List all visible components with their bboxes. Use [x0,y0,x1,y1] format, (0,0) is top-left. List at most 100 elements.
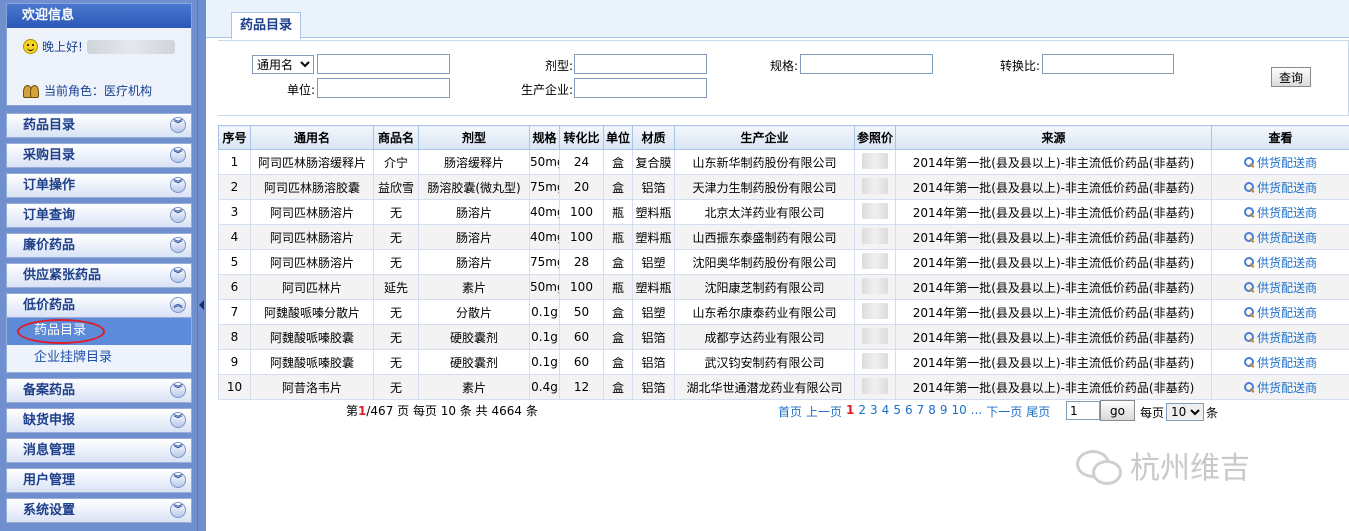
page-link[interactable]: 10 [952,403,967,420]
chevron-down-icon[interactable]: ︾ [170,267,186,283]
chevron-down-icon[interactable]: ︾ [170,472,186,488]
welcome-title: 欢迎信息 [7,4,191,28]
table-cell: 供货配送商 [1211,224,1349,250]
spec-input[interactable] [800,54,933,74]
last-page-link[interactable]: 尾页 [1026,403,1050,420]
menu-item[interactable]: 订单查询 ︾ [6,203,192,228]
supplier-link[interactable]: 供货配送商 [1243,379,1317,396]
magnifier-icon [1243,256,1255,268]
supplier-link[interactable]: 供货配送商 [1243,279,1317,296]
table-cell: 山西振东泰盛制药有限公司 [674,224,855,250]
table-cell: 介宁 [373,149,419,175]
menu-item[interactable]: 备案药品 ︾ [6,378,192,403]
page-link[interactable]: 4 [882,403,890,420]
chevron-down-icon[interactable]: ︾ [170,442,186,458]
greeting-row: 晚上好! [23,38,175,55]
table-cell [854,174,896,200]
page-ellipsis[interactable]: ... [971,403,982,420]
sidebar-menu: 药品目录 ︾ 采购目录 ︾ 订单操作 ︾ 订单查询 ︾ 廉价药品 ︾ 供应紧张药品 ︾ 低价药品 ︽ 药品目… [6,113,192,528]
page-link[interactable]: 1 [846,403,854,420]
go-button[interactable]: go [1100,400,1135,421]
page-link[interactable]: 2 [858,403,866,420]
role-row: 当前角色：医疗机构 [23,82,152,99]
chevron-up-icon[interactable]: ︽ [170,297,186,313]
table-cell: 阿司匹林肠溶片 [250,249,374,275]
menu-item[interactable]: 订单操作 ︾ [6,173,192,198]
dosage-input[interactable] [574,54,707,74]
table-cell: 40mg [529,199,560,225]
table-cell: 武汉钧安制药有限公司 [674,349,855,375]
table-cell [854,374,896,400]
sidebar-toggle-bar[interactable] [197,0,206,531]
collapse-arrow-icon[interactable] [199,300,204,310]
name-input[interactable] [317,54,450,74]
unit-input[interactable] [317,78,450,98]
chevron-down-icon[interactable]: ︾ [170,412,186,428]
chevron-down-icon[interactable]: ︾ [170,177,186,193]
table-row: 6阿司匹林片延先素片50mg100瓶塑料瓶沈阳康芝制药有限公司 2014年第一批(… [218,274,1349,300]
menu-item[interactable]: 采购目录 ︾ [6,143,192,168]
name-type-select[interactable]: 通用名 [252,55,314,74]
menu-item[interactable]: 低价药品 ︽ [6,293,192,318]
page-link[interactable]: 9 [940,403,948,420]
prev-page-link[interactable]: 上一页 [806,403,842,420]
chevron-down-icon[interactable]: ︾ [170,147,186,163]
supplier-link[interactable]: 供货配送商 [1243,154,1317,171]
menu-item[interactable]: 药品目录 ︾ [6,113,192,138]
supplier-link-label: 供货配送商 [1256,155,1317,170]
supplier-link[interactable]: 供货配送商 [1243,304,1317,321]
supplier-link[interactable]: 供货配送商 [1243,204,1317,221]
page-link[interactable]: 7 [917,403,925,420]
submenu-item[interactable]: 企业挂牌目录 [7,345,191,372]
menu-item-label: 缺货申报 [23,413,76,428]
menu-item[interactable]: 供应紧张药品 ︾ [6,263,192,288]
tab-drug-catalog[interactable]: 药品目录 [231,12,301,39]
table-cell: 肠溶胶囊(微丸型) [418,174,530,200]
manufacturer-input[interactable] [574,78,707,98]
table-cell: 10 [218,374,251,400]
ratio-input[interactable] [1042,54,1174,74]
page-link[interactable]: 5 [893,403,901,420]
menu-item[interactable]: 消息管理 ︾ [6,438,192,463]
table-row: 4阿司匹林肠溶片无肠溶片40mg100瓶塑料瓶山西振东泰盛制药有限公司 2014年… [218,224,1349,250]
supplier-link[interactable]: 供货配送商 [1243,354,1317,371]
page-link[interactable]: 6 [905,403,913,420]
chevron-down-icon[interactable]: ︾ [170,117,186,133]
table-cell: 供货配送商 [1211,274,1349,300]
chevron-down-icon[interactable]: ︾ [170,382,186,398]
chevron-down-icon[interactable]: ︾ [170,237,186,253]
supplier-link[interactable]: 供货配送商 [1243,254,1317,271]
page-link[interactable]: 3 [870,403,878,420]
submenu-item[interactable]: 药品目录 [7,318,191,345]
table-cell: 盒 [603,349,633,375]
table-cell: 5 [218,249,251,275]
table-cell: 铝塑 [632,299,675,325]
page-link[interactable]: 8 [928,403,936,420]
supplier-link[interactable]: 供货配送商 [1243,329,1317,346]
supplier-link-label: 供货配送商 [1256,255,1317,270]
menu-item[interactable]: 廉价药品 ︾ [6,233,192,258]
role-text: 当前角色：医疗机构 [44,84,153,98]
table-cell [854,299,896,325]
next-page-link[interactable]: 下一页 [986,403,1022,420]
supplier-link[interactable]: 供货配送商 [1243,229,1317,246]
table-cell: 铝箔 [632,349,675,375]
wechat-icon [1076,448,1122,485]
table-cell: 9 [218,349,251,375]
chevron-down-icon[interactable]: ︾ [170,502,186,518]
chevron-down-icon[interactable]: ︾ [170,207,186,223]
first-page-link[interactable]: 首页 [778,403,802,420]
menu-item[interactable]: 缺货申报 ︾ [6,408,192,433]
query-button[interactable]: 查询 [1271,67,1311,87]
table-cell: 100 [559,224,604,250]
per-page-select[interactable]: 10 [1166,403,1205,421]
table-cell: 0.1g [529,324,560,350]
menu-item[interactable]: 用户管理 ︾ [6,468,192,493]
menu-item[interactable]: 系统设置 ︾ [6,498,192,523]
table-cell: 塑料瓶 [632,224,675,250]
page-number-input[interactable] [1066,401,1100,420]
price-blurred [862,227,888,244]
menu-item-label: 用户管理 [23,473,76,488]
table-cell: 3 [218,199,251,225]
supplier-link[interactable]: 供货配送商 [1243,179,1317,196]
